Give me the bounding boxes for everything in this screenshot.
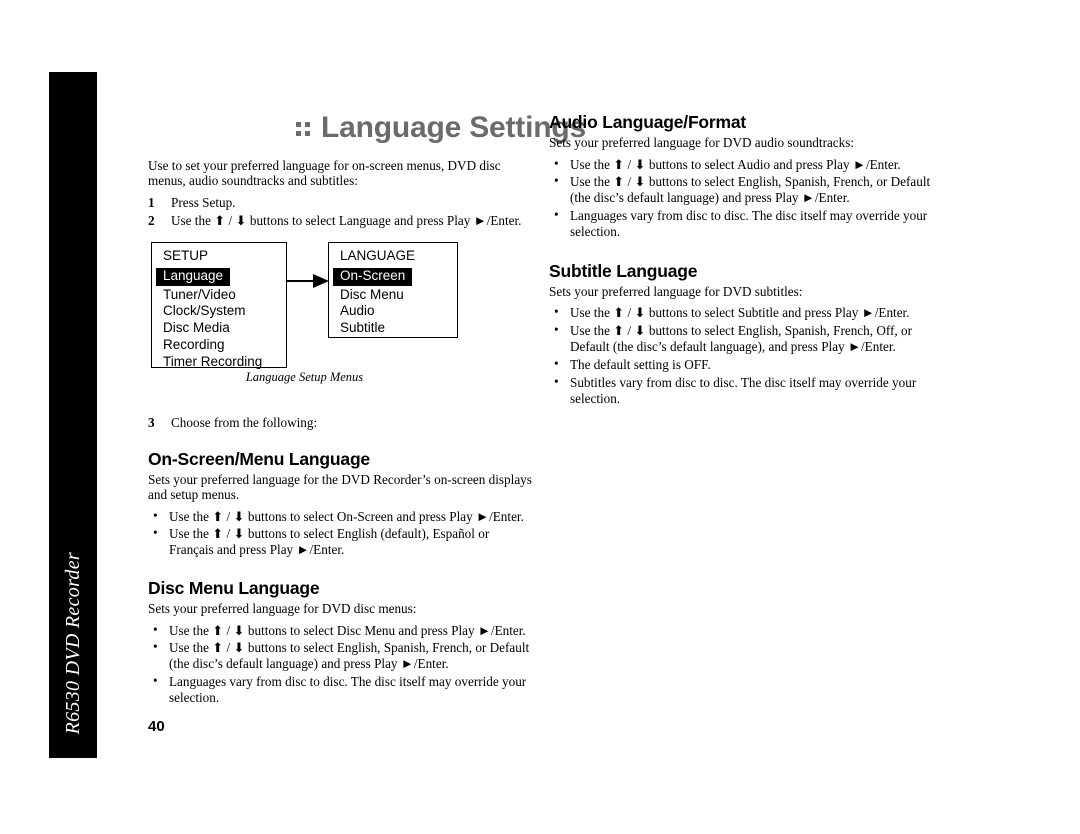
setup-menu-item-recording[interactable]: Recording (152, 337, 286, 354)
setup-menu-title: SETUP (163, 247, 209, 263)
list-item: • Subtitles vary from disc to disc. The … (549, 373, 949, 407)
setup-menu-item-clock-system[interactable]: Clock/System (152, 303, 286, 320)
setup-menu-item-language[interactable]: Language (156, 267, 231, 286)
bullet-icon: • (554, 304, 559, 320)
step-number: 3 (148, 414, 155, 430)
section-on-screen-menu-language: On-Screen/Menu Language Sets your prefer… (148, 449, 532, 559)
list-item-text: Languages vary from disc to disc. The di… (169, 674, 527, 706)
list-item: • Use the ⬆ / ⬇ buttons to select Audio … (549, 155, 949, 173)
section-heading: Disc Menu Language (148, 578, 320, 599)
setup-steps-list: 1 Press Setup. 2 Use the ⬆ / ⬇ buttons t… (148, 195, 532, 230)
list-item-text: Subtitles vary from disc to disc. The di… (570, 374, 917, 406)
product-sidebar-banner: R6530 DVD Recorder (49, 72, 97, 758)
setup-menu-item-disc-media[interactable]: Disc Media (152, 320, 286, 337)
list-item-text: Use the ⬆ / ⬇ buttons to select On-Scree… (169, 508, 524, 524)
list-item-text: Use the ⬆ / ⬇ buttons to select Disc Men… (169, 622, 526, 638)
step-item: 1 Press Setup. (148, 195, 532, 212)
list-item-text: Use the ⬆ / ⬇ buttons to select English … (169, 526, 490, 558)
step-number: 1 (148, 194, 155, 210)
bullet-icon: • (153, 673, 158, 689)
list-item-text: Use the ⬆ / ⬇ buttons to select English,… (570, 323, 912, 355)
page-number: 40 (148, 718, 165, 735)
on-screen-bullet-list: • Use the ⬆ / ⬇ buttons to select On-Scr… (148, 507, 532, 559)
list-item: • Use the ⬆ / ⬇ buttons to select On-Scr… (148, 507, 532, 525)
step-text: Choose from the following: (171, 414, 318, 430)
step-text: Press Setup. (171, 194, 236, 210)
bullet-icon: • (554, 322, 559, 338)
bullet-icon: • (554, 173, 559, 189)
section-heading: On-Screen/Menu Language (148, 448, 370, 469)
step-item: 2 Use the ⬆ / ⬇ buttons to select Langua… (148, 213, 532, 230)
language-menu-screenshot: LANGUAGE On-Screen Disc Menu Audio Subti… (328, 241, 458, 338)
section-intro: Sets your preferred language for DVD sub… (549, 283, 803, 299)
list-item-text: Use the ⬆ / ⬇ buttons to select Audio an… (570, 156, 901, 172)
page-intro: Use to set your preferred language for o… (148, 158, 501, 189)
right-arrow-icon (287, 273, 329, 288)
language-menu-item-disc-menu[interactable]: Disc Menu (329, 287, 457, 304)
bullet-icon: • (153, 639, 158, 655)
section-subtitle-language: Subtitle Language Sets your preferred la… (549, 261, 949, 407)
list-item: • Languages vary from disc to disc. The … (148, 673, 532, 706)
section-intro: Sets your preferred language for the DVD… (148, 471, 532, 503)
sidebar-product-label: R6530 DVD Recorder (49, 552, 97, 740)
list-item: • Use the ⬆ / ⬇ buttons to select Subtit… (549, 304, 949, 321)
list-item: • Use the ⬆ / ⬇ buttons to select Englis… (148, 525, 532, 558)
list-item-text: Use the ⬆ / ⬇ buttons to select English,… (169, 640, 530, 672)
setup-menu-item-tuner-video[interactable]: Tuner/Video (152, 287, 286, 304)
language-menu-item-subtitle[interactable]: Subtitle (329, 320, 457, 337)
bullet-icon: • (554, 207, 559, 223)
section-intro: Sets your preferred language for DVD dis… (148, 601, 417, 617)
subtitle-bullet-list: • Use the ⬆ / ⬇ buttons to select Subtit… (549, 304, 949, 407)
disc-menu-bullet-list: • Use the ⬆ / ⬇ buttons to select Disc M… (148, 621, 532, 706)
bullet-icon: • (153, 507, 158, 523)
bullet-icon: • (554, 373, 559, 389)
list-item: • Use the ⬆ / ⬇ buttons to select Disc M… (148, 621, 532, 639)
list-item: • The default setting is OFF. (549, 355, 949, 373)
section-intro: Sets your preferred language for DVD aud… (549, 135, 855, 151)
double-colon-icon (296, 122, 310, 136)
list-item-text: Use the ⬆ / ⬇ buttons to select English,… (570, 174, 931, 206)
right-column-content: Audio Language/Format Sets your preferre… (549, 112, 949, 408)
language-menu-item-on-screen[interactable]: On-Screen (333, 267, 413, 286)
figure-caption: Language Setup Menus (245, 369, 364, 384)
language-setup-menus-figure: SETUP Language Tuner/Video Clock/System … (148, 241, 532, 397)
step-number: 2 (148, 212, 155, 228)
step-text: Use the ⬆ / ⬇ buttons to select Language… (171, 212, 522, 228)
language-menu-title: LANGUAGE (340, 247, 416, 263)
sidebar-product-label-text: R6530 DVD Recorder (61, 551, 84, 734)
language-menu-item-audio[interactable]: Audio (329, 303, 457, 320)
bullet-icon: • (554, 355, 559, 371)
left-column-content: Use to set your preferred language for o… (148, 158, 532, 708)
bullet-icon: • (153, 621, 158, 637)
section-heading: Subtitle Language (549, 260, 698, 281)
section-audio-language-format: Audio Language/Format Sets your preferre… (549, 112, 949, 240)
step-three-list: 3 Choose from the following: (148, 415, 532, 432)
page-title-text: Language Settings (321, 111, 586, 144)
setup-menu-screenshot: SETUP Language Tuner/Video Clock/System … (151, 241, 287, 369)
bullet-icon: • (153, 525, 158, 541)
audio-bullet-list: • Use the ⬆ / ⬇ buttons to select Audio … (549, 155, 949, 240)
step-item: 3 Choose from the following: (148, 415, 532, 432)
list-item-text: Languages vary from disc to disc. The di… (570, 208, 928, 239)
page-title: Language Settings (296, 111, 586, 145)
list-item: • Use the ⬆ / ⬇ buttons to select Englis… (148, 639, 532, 672)
section-heading: Audio Language/Format (549, 112, 747, 132)
bullet-icon: • (554, 155, 559, 171)
list-item: • Use the ⬆ / ⬇ buttons to select Englis… (549, 322, 949, 355)
section-disc-menu-language: Disc Menu Language Sets your preferred l… (148, 578, 532, 706)
list-item-text: Use the ⬆ / ⬇ buttons to select Subtitle… (570, 305, 910, 321)
list-item: • Languages vary from disc to disc. The … (549, 207, 949, 240)
list-item-text: The default setting is OFF. (570, 356, 711, 372)
list-item: • Use the ⬆ / ⬇ buttons to select Englis… (549, 173, 949, 206)
